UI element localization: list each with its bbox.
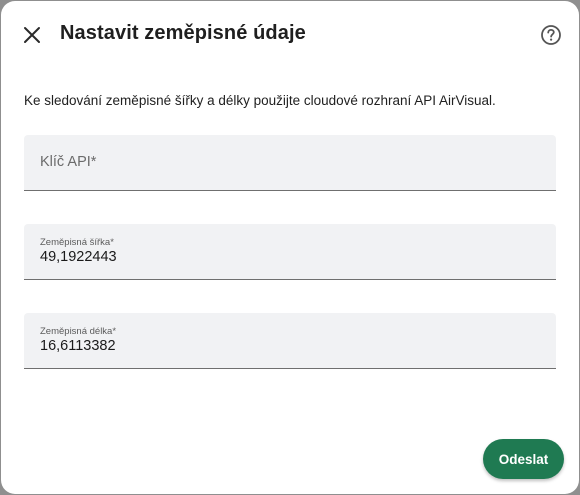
api-key-field[interactable]: Klíč API* [24, 135, 556, 191]
close-button[interactable] [14, 17, 50, 53]
close-icon [24, 27, 40, 43]
dialog-description: Ke sledování zeměpisné šířky a délky pou… [24, 93, 496, 108]
geo-settings-dialog: Nastavit zeměpisné údaje Ke sledování ze… [1, 1, 579, 494]
longitude-label: Zeměpisná délka* [40, 326, 117, 337]
longitude-field[interactable]: Zeměpisná délka* 16,6113382 [24, 313, 556, 369]
dialog-header: Nastavit zeměpisné údaje [1, 15, 579, 55]
longitude-value: 16,6113382 [40, 338, 116, 354]
dialog-title: Nastavit zeměpisné údaje [60, 22, 306, 44]
submit-button[interactable]: Odeslat [483, 439, 564, 479]
latitude-value: 49,1922443 [40, 249, 117, 265]
latitude-label: Zeměpisná šířka* [40, 237, 114, 248]
help-circle-icon [541, 25, 561, 45]
help-button[interactable] [533, 17, 569, 53]
latitude-field[interactable]: Zeměpisná šířka* 49,1922443 [24, 224, 556, 280]
api-key-placeholder: Klíč API* [40, 154, 97, 170]
